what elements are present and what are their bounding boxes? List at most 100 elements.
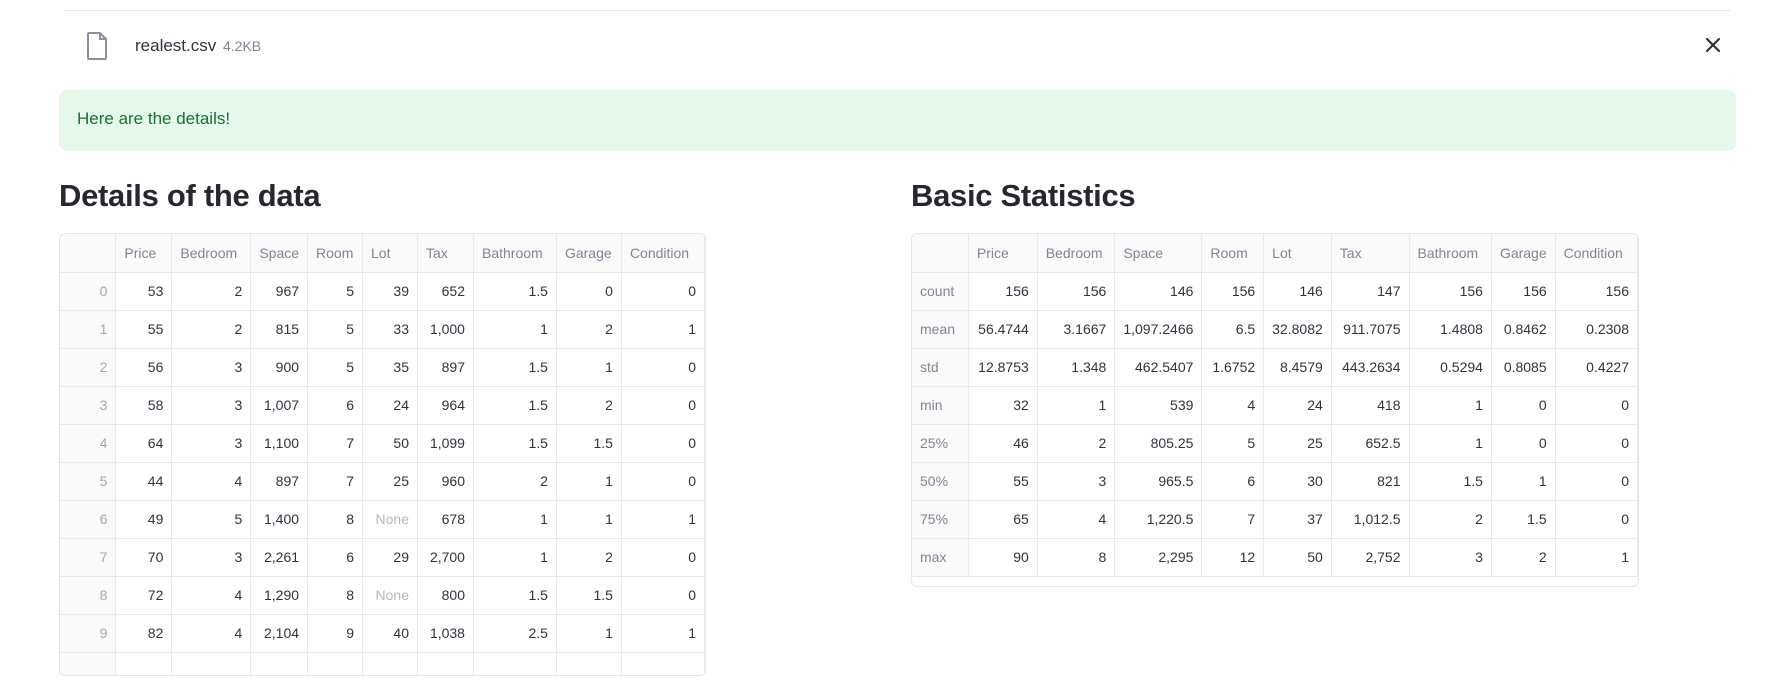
table-cell[interactable]: 897 [250, 462, 309, 501]
table-cell[interactable]: 1 [473, 310, 557, 349]
table-cell[interactable]: 418 [1331, 386, 1410, 425]
table-cell[interactable]: 821 [1331, 462, 1410, 501]
row-index[interactable]: 3 [60, 386, 117, 425]
table-cell[interactable]: 55 [115, 310, 173, 349]
table-cell[interactable]: 1,097.2466 [1114, 310, 1203, 349]
details-dataframe[interactable]: Price Bedroom Space Room Lot Tax Bathroom Garag… [59, 233, 706, 676]
row-index[interactable]: count [912, 272, 969, 311]
table-cell[interactable]: 156 [968, 272, 1038, 311]
table-cell[interactable]: 3 [171, 538, 252, 577]
column-header[interactable]: Room [1201, 234, 1265, 273]
row-index[interactable]: 6 [60, 500, 117, 539]
table-cell[interactable]: 2 [556, 386, 622, 425]
table-cell[interactable]: 39 [362, 272, 418, 311]
table-cell[interactable]: 3 [1037, 462, 1116, 501]
table-cell[interactable]: 965.5 [1114, 462, 1203, 501]
close-icon[interactable] [1700, 32, 1726, 58]
table-cell[interactable]: 6 [1201, 462, 1265, 501]
table-cell[interactable]: 9 [307, 614, 364, 653]
table-cell[interactable]: 1 [473, 500, 557, 539]
table-cell[interactable]: 964 [417, 386, 474, 425]
column-header[interactable] [912, 234, 969, 273]
table-cell[interactable]: 1 [556, 348, 622, 387]
column-header[interactable]: Bedroom [171, 234, 252, 273]
table-cell[interactable]: 0.5294 [1409, 348, 1492, 387]
table-cell[interactable]: 1.5 [473, 576, 557, 615]
column-header[interactable]: Tax [1331, 234, 1410, 273]
table-cell[interactable]: 967 [250, 272, 309, 311]
table-cell[interactable]: 462.5407 [1114, 348, 1203, 387]
row-index[interactable]: min [912, 386, 969, 425]
table-cell[interactable]: 82 [115, 614, 173, 653]
table-cell[interactable]: 2 [556, 538, 622, 577]
table-cell[interactable] [417, 652, 474, 675]
table-cell[interactable]: 960 [417, 462, 474, 501]
table-cell[interactable]: 4 [171, 576, 252, 615]
table-cell[interactable]: 35 [362, 348, 418, 387]
column-header[interactable]: Room [307, 234, 364, 273]
table-cell[interactable] [556, 652, 622, 675]
stats-dataframe[interactable]: Price Bedroom Space Room Lot Tax Bathroom Garag… [911, 233, 1639, 587]
row-index[interactable]: 5 [60, 462, 117, 501]
table-cell[interactable]: 5 [307, 310, 364, 349]
column-header[interactable]: Condition [621, 234, 705, 273]
table-cell[interactable]: 0 [621, 424, 705, 463]
table-cell[interactable]: 2 [556, 310, 622, 349]
table-cell[interactable]: 2,104 [250, 614, 309, 653]
row-index[interactable] [60, 652, 117, 675]
table-cell[interactable]: 2 [1037, 424, 1116, 463]
table-cell[interactable]: 5 [1201, 424, 1265, 463]
table-cell[interactable]: 1 [1491, 462, 1556, 501]
table-cell[interactable]: 3.1667 [1037, 310, 1116, 349]
table-cell[interactable]: 2 [171, 310, 252, 349]
table-cell[interactable]: 1 [621, 500, 705, 539]
table-cell[interactable]: 146 [1114, 272, 1203, 311]
row-index[interactable]: 75% [912, 500, 969, 539]
table-cell[interactable]: 58 [115, 386, 173, 425]
table-cell[interactable]: 32.8082 [1263, 310, 1332, 349]
table-cell[interactable]: 2.5 [473, 614, 557, 653]
table-cell[interactable]: 1,000 [417, 310, 474, 349]
table-cell[interactable]: 0 [621, 576, 705, 615]
table-cell[interactable]: 7 [307, 424, 364, 463]
table-cell[interactable]: 33 [362, 310, 418, 349]
table-cell[interactable]: 1 [1555, 538, 1638, 577]
table-cell[interactable]: 56 [115, 348, 173, 387]
table-cell[interactable]: 0 [1555, 462, 1638, 501]
table-cell[interactable]: 1.5 [556, 424, 622, 463]
table-cell[interactable] [621, 652, 705, 675]
table-cell[interactable]: 0 [556, 272, 622, 311]
table-cell[interactable]: 1 [621, 310, 705, 349]
table-cell[interactable]: 815 [250, 310, 309, 349]
table-cell[interactable]: 1,099 [417, 424, 474, 463]
table-cell[interactable]: 6 [307, 538, 364, 577]
column-header[interactable]: Garage [556, 234, 622, 273]
table-cell[interactable]: 50 [1263, 538, 1332, 577]
table-cell[interactable]: 2 [1491, 538, 1556, 577]
table-cell[interactable]: 3 [171, 348, 252, 387]
table-cell[interactable]: 4 [1037, 500, 1116, 539]
column-header[interactable]: Bedroom [1037, 234, 1116, 273]
table-cell[interactable]: 0.4227 [1555, 348, 1638, 387]
table-cell[interactable]: 5 [307, 348, 364, 387]
table-cell[interactable]: 156 [1491, 272, 1556, 311]
table-cell[interactable]: None [362, 500, 418, 539]
table-cell[interactable]: 5 [307, 272, 364, 311]
table-cell[interactable]: 70 [115, 538, 173, 577]
table-cell[interactable]: 30 [1263, 462, 1332, 501]
table-cell[interactable]: 0 [1491, 386, 1556, 425]
table-cell[interactable]: 0 [621, 348, 705, 387]
table-cell[interactable]: 0.8462 [1491, 310, 1556, 349]
table-cell[interactable]: 7 [1201, 500, 1265, 539]
table-cell[interactable]: 156 [1409, 272, 1492, 311]
table-cell[interactable]: 156 [1037, 272, 1116, 311]
table-cell[interactable]: 1.4808 [1409, 310, 1492, 349]
table-cell[interactable]: 0 [621, 386, 705, 425]
table-cell[interactable]: 46 [968, 424, 1038, 463]
table-cell[interactable] [362, 652, 418, 675]
column-header[interactable] [60, 234, 117, 273]
table-cell[interactable]: 1,007 [250, 386, 309, 425]
table-cell[interactable]: 0 [1555, 424, 1638, 463]
table-cell[interactable]: 156 [1555, 272, 1638, 311]
table-cell[interactable]: 1 [556, 500, 622, 539]
